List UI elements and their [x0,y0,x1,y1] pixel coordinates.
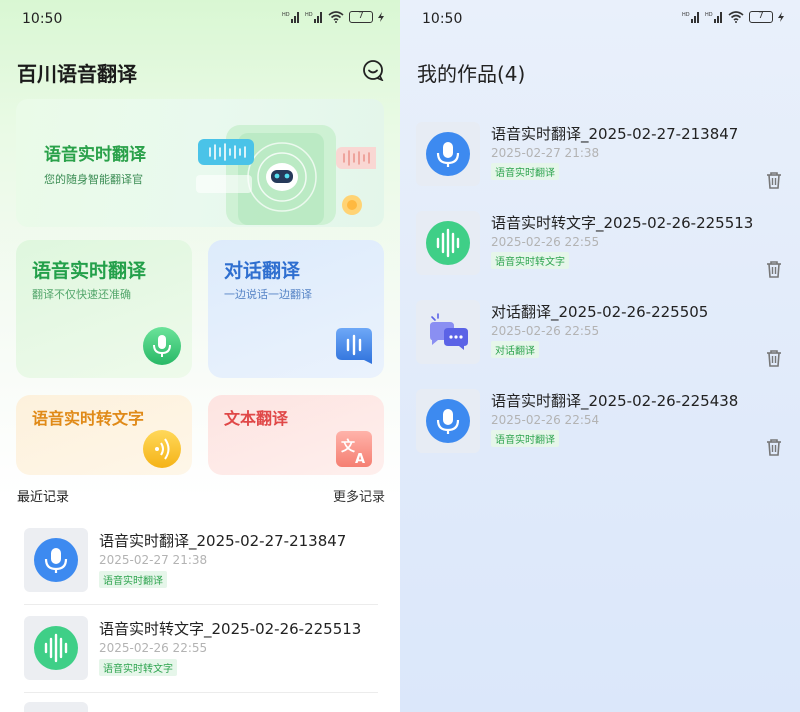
banner-title: 语音实时翻译 [44,145,146,165]
svg-text:文: 文 [341,438,356,455]
microphone-icon [143,327,181,365]
work-date: 2025-02-26 22:54 [491,413,600,427]
work-item[interactable]: 语音实时转文字_2025-02-26-225513 2025-02-26 22:… [416,211,788,291]
record-thumbnail [416,300,480,364]
work-item[interactable]: 语音实时翻译_2025-02-26-225438 2025-02-26 22:5… [416,389,788,469]
work-date: 2025-02-26 22:55 [491,324,600,338]
work-tag: 语音实时转文字 [491,252,569,269]
customer-service-icon[interactable] [362,59,384,81]
recent-record-item[interactable]: 语音实时翻译_2025-02-27-213847 2025-02-27 21:3… [24,524,378,604]
banner-subtitle: 您的随身智能翻译官 [44,173,143,186]
card-title: 对话翻译 [224,260,301,282]
delete-icon[interactable] [764,348,784,368]
card-title: 文本翻译 [224,409,289,428]
card-subtitle: 翻译不仅快速还准确 [32,288,131,301]
status-bar: 10:50 HD HD 7 [400,0,800,36]
work-item[interactable]: 语音实时翻译_2025-02-27-213847 2025-02-27 21:3… [416,122,788,202]
status-time: 10:50 [422,11,463,27]
svg-text:HD: HD [705,12,713,18]
microphone-icon [34,538,78,582]
record-tag: 语音实时翻译 [99,571,167,588]
svg-text:HD: HD [282,12,290,18]
work-item[interactable]: 对话翻译_2025-02-26-225505 2025-02-26 22:55 … [416,300,788,380]
record-thumbnail [416,122,480,186]
record-title: 语音实时转文字_2025-02-26-225513 [99,620,362,638]
card-text-translate[interactable]: 文本翻译 文 A [208,395,384,475]
card-voice-realtime-translate[interactable]: 语音实时翻译 翻译不仅快速还准确 [16,240,192,378]
delete-icon[interactable] [764,259,784,279]
signal-icon: HD [682,12,699,23]
record-tag: 语音实时转文字 [99,659,177,676]
home-screen: 10:50 HD HD 7 百川语音翻译 语音实时翻译 您的随身智能翻译官 语音… [0,0,400,712]
divider [24,692,378,693]
recent-records-label: 最近记录 [17,490,70,505]
divider [24,604,378,605]
translate-icon: 文 A [336,431,372,467]
battery-icon: 7 [749,11,773,23]
signal-icon-2: HD [305,12,322,23]
charging-bolt-icon [378,12,384,22]
soundwave-icon [426,221,470,265]
chat-bubbles-icon [430,313,468,350]
record-thumbnail [24,616,88,680]
page-title: 我的作品(4) [417,62,526,86]
more-records-link[interactable]: 更多记录 [333,486,385,505]
record-thumbnail [416,389,480,453]
record-date: 2025-02-26 22:55 [99,641,208,655]
record-thumbnail [416,211,480,275]
delete-icon[interactable] [764,170,784,190]
card-subtitle: 一边说话一边翻译 [224,288,312,301]
soundwave-bubble-icon [336,328,372,364]
charging-bolt-icon [778,12,784,22]
soundwave-icon [34,626,78,670]
record-title: 语音实时翻译_2025-02-27-213847 [99,532,347,550]
promo-banner[interactable]: 语音实时翻译 您的随身智能翻译官 [16,99,384,227]
wifi-icon [328,11,344,23]
work-tag: 语音实时翻译 [491,163,559,180]
work-title: 语音实时翻译_2025-02-27-213847 [491,125,739,143]
work-tag: 语音实时翻译 [491,430,559,447]
delete-icon[interactable] [764,437,784,457]
card-title: 语音实时转文字 [32,409,145,428]
svg-text:HD: HD [305,12,313,18]
record-thumbnail-partial [24,702,88,712]
work-date: 2025-02-27 21:38 [491,146,600,160]
microphone-icon [426,132,470,176]
work-title: 对话翻译_2025-02-26-225505 [491,303,709,321]
microphone-icon [426,399,470,443]
card-dialogue-translate[interactable]: 对话翻译 一边说话一边翻译 [208,240,384,378]
recent-record-item[interactable]: 语音实时转文字_2025-02-26-225513 2025-02-26 22:… [24,612,378,692]
battery-icon: 7 [349,11,373,23]
sound-waves-icon [143,430,181,468]
svg-text:HD: HD [682,12,690,18]
my-works-screen: 10:50 HD HD 7 我的作品(4) 语音实时翻译_2025-02-27-… [400,0,800,712]
app-title: 百川语音翻译 [17,62,137,86]
signal-icon-2: HD [705,12,722,23]
recent-records-header: 最近记录 更多记录 [17,486,385,506]
work-date: 2025-02-26 22:55 [491,235,600,249]
status-bar: 10:50 HD HD 7 [0,0,400,36]
record-date: 2025-02-27 21:38 [99,553,208,567]
svg-text:A: A [355,452,365,467]
wifi-icon [728,11,744,23]
signal-icon: HD [282,12,299,23]
robot-illustration [196,125,376,225]
work-title: 语音实时转文字_2025-02-26-225513 [491,214,754,232]
work-title: 语音实时翻译_2025-02-26-225438 [491,392,739,410]
status-time: 10:50 [22,11,63,27]
card-voice-to-text[interactable]: 语音实时转文字 [16,395,192,475]
work-tag: 对话翻译 [491,341,539,358]
card-title: 语音实时翻译 [32,260,147,282]
record-thumbnail [24,528,88,592]
